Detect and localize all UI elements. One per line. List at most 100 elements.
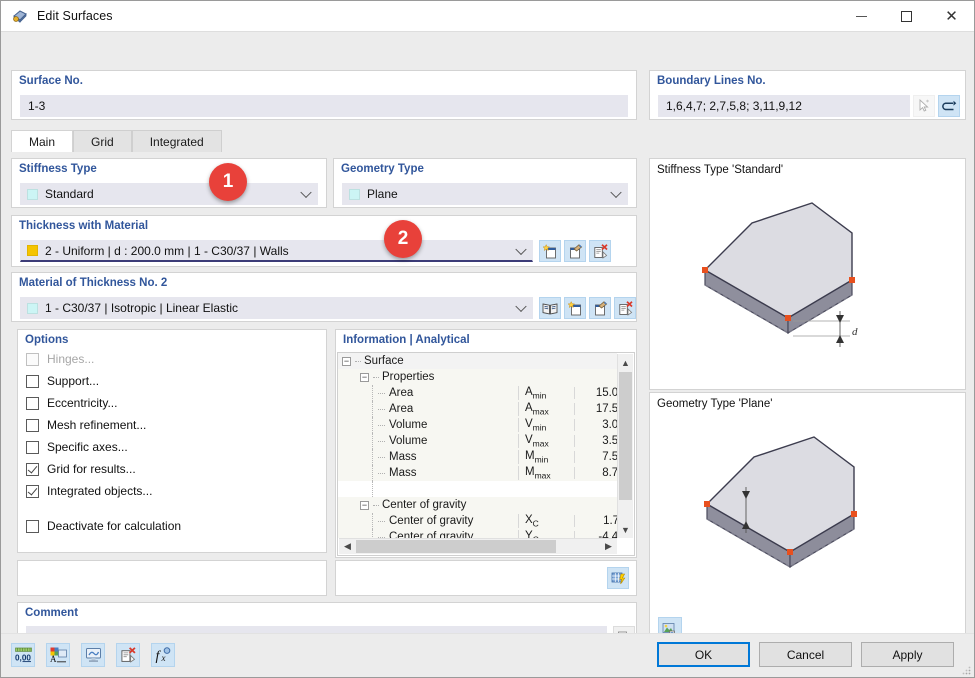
table-row[interactable]: Volume Vmax 3.500 m3 bbox=[338, 433, 617, 449]
scroll-down-icon[interactable]: ▼ bbox=[618, 521, 633, 538]
edit-document-icon[interactable] bbox=[589, 297, 611, 319]
checkbox-mesh-refinement[interactable] bbox=[26, 418, 39, 432]
color-font-icon[interactable]: A bbox=[46, 643, 70, 667]
options-label: Options bbox=[25, 334, 69, 346]
row-value: 3.500 bbox=[574, 435, 617, 447]
checkbox-eccentricity[interactable] bbox=[26, 396, 39, 410]
tree-row-properties[interactable]: − Properties bbox=[338, 369, 617, 385]
scroll-up-icon[interactable]: ▲ bbox=[618, 354, 633, 371]
window-title: Edit Surfaces bbox=[37, 9, 113, 23]
thickness-combo[interactable]: 2 - Uniform | d : 200.0 mm | 1 - C30/37 … bbox=[20, 240, 533, 262]
edit-document-icon[interactable] bbox=[564, 240, 586, 262]
stiffness-type-combo[interactable]: Standard bbox=[20, 183, 318, 205]
table-row[interactable]: Area Amax 17.500 m2 bbox=[338, 401, 617, 417]
geometry-type-swatch bbox=[349, 188, 360, 200]
row-value: 3.000 bbox=[574, 419, 617, 431]
comment-label: Comment bbox=[25, 607, 79, 619]
table-row[interactable]: Volume Vmin 3.000 m3 bbox=[338, 417, 617, 433]
collapse-icon[interactable]: − bbox=[360, 372, 369, 382]
tab-integrated[interactable]: Integrated bbox=[131, 130, 222, 152]
thickness-value: 2 - Uniform | d : 200.0 mm | 1 - C30/37 … bbox=[45, 243, 289, 258]
collapse-icon[interactable]: − bbox=[342, 356, 351, 366]
thickness-label: Thickness with Material bbox=[19, 220, 149, 232]
option-integrated-objects[interactable]: Integrated objects... bbox=[18, 480, 326, 502]
option-eccentricity-label: Eccentricity... bbox=[47, 396, 118, 410]
book-library-icon[interactable] bbox=[539, 297, 561, 319]
row-label: Mass bbox=[389, 467, 417, 479]
new-document-star-icon[interactable] bbox=[539, 240, 561, 262]
tab-main[interactable]: Main bbox=[11, 130, 74, 152]
tree-vertical-scroll-thumb[interactable] bbox=[619, 372, 632, 500]
tree-horizontal-scrollbar[interactable]: ◀ ▶ bbox=[339, 538, 617, 554]
table-row[interactable]: Mass Mmax 8.750 t bbox=[338, 465, 617, 481]
apply-button[interactable]: Apply bbox=[861, 642, 954, 667]
close-button[interactable]: ✕ bbox=[929, 1, 974, 31]
option-integrated-objects-label: Integrated objects... bbox=[47, 484, 153, 498]
tree-horizontal-scroll-thumb[interactable] bbox=[356, 540, 556, 553]
surface-no-input[interactable]: 1-3 bbox=[20, 95, 628, 117]
boundary-lines-input[interactable]: 1,6,4,7; 2,7,5,8; 3,11,9,12 bbox=[658, 95, 910, 117]
maximize-button[interactable] bbox=[884, 1, 929, 31]
option-eccentricity[interactable]: Eccentricity... bbox=[18, 392, 326, 414]
tab-grid[interactable]: Grid bbox=[73, 130, 132, 152]
ok-button[interactable]: OK bbox=[657, 642, 750, 667]
geometry-slab-graphic bbox=[704, 436, 857, 569]
checkbox-integrated-objects[interactable] bbox=[26, 484, 39, 498]
option-specific-axes[interactable]: Specific axes... bbox=[18, 436, 326, 458]
chevron-down-icon bbox=[515, 243, 527, 255]
option-hinges[interactable]: Hinges... bbox=[18, 348, 326, 370]
tree-row-surface[interactable]: − Surface bbox=[338, 353, 617, 369]
table-row[interactable]: Center of gravity XC 1.711 m bbox=[338, 513, 617, 529]
minimize-button[interactable] bbox=[839, 1, 884, 31]
reverse-arrow-icon[interactable] bbox=[938, 95, 960, 117]
information-actions-panel bbox=[335, 560, 637, 596]
collapse-icon[interactable]: − bbox=[360, 500, 369, 510]
tab-strip: Main Grid Integrated bbox=[11, 130, 222, 152]
option-support[interactable]: Support... bbox=[18, 370, 326, 392]
svg-text:A: A bbox=[50, 654, 57, 663]
table-row[interactable]: Area Amin 15.000 m2 bbox=[338, 385, 617, 401]
table-row[interactable]: Mass Mmin 7.500 t bbox=[338, 449, 617, 465]
row-value: 1.711 bbox=[574, 515, 617, 527]
checkbox-deactivate[interactable] bbox=[26, 519, 39, 533]
cancel-button[interactable]: Cancel bbox=[759, 642, 852, 667]
information-tree-scroll: − Surface − Properties Area Amin 15. Are… bbox=[338, 353, 617, 538]
grid-lightning-icon[interactable] bbox=[607, 567, 629, 589]
new-document-star-icon[interactable] bbox=[564, 297, 586, 319]
delete-document-icon[interactable] bbox=[589, 240, 611, 262]
delete-document-icon[interactable] bbox=[116, 643, 140, 667]
checkbox-grid-for-results[interactable] bbox=[26, 462, 39, 476]
option-grid-for-results-label: Grid for results... bbox=[47, 462, 136, 476]
row-symbol: Vmin bbox=[518, 417, 574, 433]
geometry-type-label: Geometry Type bbox=[341, 163, 424, 175]
material-combo[interactable]: 1 - C30/37 | Isotropic | Linear Elastic bbox=[20, 297, 533, 319]
decimal-0-00-icon[interactable]: 0,00 bbox=[11, 643, 35, 667]
function-fx-icon[interactable]: f x bbox=[151, 643, 175, 667]
option-grid-for-results[interactable]: Grid for results... bbox=[18, 458, 326, 480]
option-mesh-refinement[interactable]: Mesh refinement... bbox=[18, 414, 326, 436]
table-row[interactable]: Center of gravity YC -4.474 m bbox=[338, 529, 617, 538]
dialog-footer: 0,00 A f x OK Cancel Apply bbox=[1, 633, 974, 677]
dialog-content: Surface No. 1-3 Boundary Lines No. 1,6,4… bbox=[1, 32, 974, 650]
scroll-left-icon[interactable]: ◀ bbox=[339, 539, 356, 554]
checkbox-specific-axes[interactable] bbox=[26, 440, 39, 454]
tree-group-cog-label: Center of gravity bbox=[382, 499, 467, 511]
thickness-group: Thickness with Material 2 - Uniform | d … bbox=[11, 215, 637, 267]
annotation-badge-2: 2 bbox=[384, 220, 422, 258]
information-tree[interactable]: − Surface − Properties Area Amin 15. Are… bbox=[337, 352, 635, 556]
monitor-icon[interactable] bbox=[81, 643, 105, 667]
row-label: Center of gravity bbox=[389, 531, 474, 538]
tree-vertical-scrollbar[interactable]: ▲ ▼ bbox=[617, 354, 633, 538]
pick-cursor-icon[interactable] bbox=[913, 95, 935, 117]
option-deactivate-label: Deactivate for calculation bbox=[47, 519, 182, 533]
checkbox-hinges[interactable] bbox=[26, 352, 39, 366]
geometry-type-combo[interactable]: Plane bbox=[342, 183, 628, 205]
checkbox-support[interactable] bbox=[26, 374, 39, 388]
tree-row-center-of-gravity[interactable]: − Center of gravity bbox=[338, 497, 617, 513]
option-deactivate-for-calculation[interactable]: Deactivate for calculation bbox=[18, 515, 326, 537]
surface-no-group: Surface No. 1-3 bbox=[11, 70, 637, 120]
delete-document-icon[interactable] bbox=[614, 297, 636, 319]
scroll-right-icon[interactable]: ▶ bbox=[600, 539, 617, 554]
row-symbol: Mmax bbox=[518, 465, 574, 481]
resize-grip-icon[interactable] bbox=[961, 665, 971, 675]
